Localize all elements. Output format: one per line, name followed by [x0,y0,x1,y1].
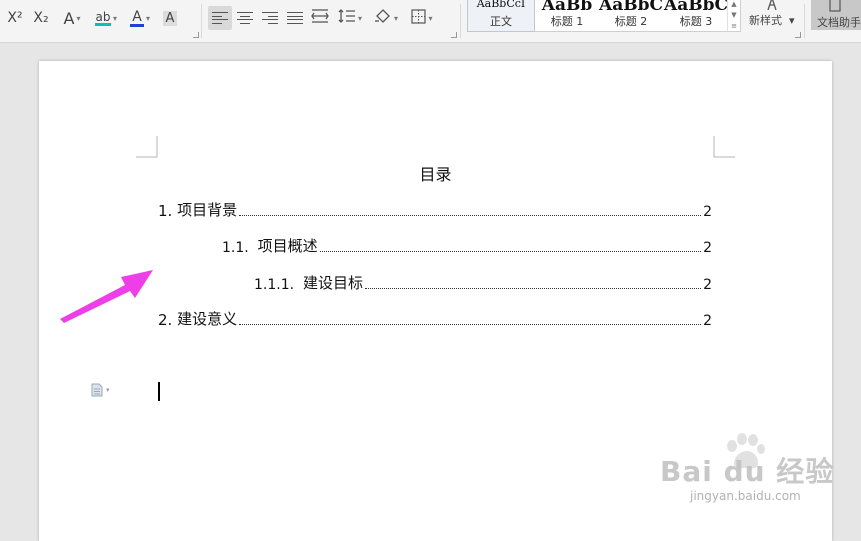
ribbon-divider [460,4,461,38]
char-shading-button[interactable]: A [160,6,180,30]
toc-entry-level-3[interactable]: 1.1.1. 建设目标 2 [254,271,712,293]
style-heading-3[interactable]: AaBbC 标题 3 [663,0,729,31]
toc-leader-dots [239,324,702,325]
text-cursor [158,382,160,401]
styles-dialog-launcher[interactable] [795,32,801,38]
align-center-button[interactable] [234,6,256,30]
chevron-down-icon: ▾ [393,13,398,23]
more-icon[interactable]: ≡ [731,22,737,30]
style-name: 标题 3 [679,15,713,28]
toc-entry-number: 2. [158,311,178,329]
font-dialog-launcher[interactable] [193,32,199,38]
borders-button[interactable]: ▾ [407,6,437,30]
chevron-up-icon[interactable]: ▲ [731,0,736,8]
crop-mark-top-right [713,136,735,158]
superscript-button[interactable]: X² [4,6,26,30]
toc-entry-page: 2 [703,277,712,293]
style-name: 标题 1 [550,15,584,28]
paragraph-handle[interactable]: ▾ [91,383,110,397]
style-name: 正文 [490,15,512,28]
subscript-icon: X₂ [33,10,49,26]
highlight-button[interactable]: ab ▾ [92,6,120,30]
chevron-down-icon[interactable]: ▼ [731,11,736,19]
new-style-button[interactable]: 新样式 ▾ [745,0,799,32]
toc-entry-level-2[interactable]: 1.1. 项目概述 2 [222,234,712,256]
style-name: 标题 2 [614,15,648,28]
toc-entry-text: 建设意义 [177,310,238,328]
align-center-icon [237,12,253,24]
toc-entry-page: 2 [703,204,712,220]
shading-button[interactable]: ▾ [371,6,401,30]
annotation-arrow-icon [60,270,153,323]
toc-title: 目录 [419,165,452,184]
font-color-icon: A [129,10,144,27]
align-left-button[interactable] [208,6,232,30]
toc-entry-text: 项目背景 [177,201,238,219]
style-gallery: AaBbCcI 正文 AaBb 标题 1 AaBbC 标题 2 AaBbC 标题… [467,0,741,32]
ribbon-divider [804,4,805,38]
chevron-down-icon: ▾ [357,13,362,23]
baidu-watermark: Bai du 经验 jingyan.baidu.com [660,432,860,512]
crop-mark-top-left [136,136,158,158]
toc-entry-level-1[interactable]: 1. 项目背景 2 [158,198,712,220]
toc-entry-level-1[interactable]: 2. 建设意义 2 [158,307,712,329]
chevron-down-icon: ▾ [106,386,110,394]
toc-leader-dots [239,215,702,216]
char-shading-icon: A [162,10,178,26]
toc-leader-dots [365,288,702,289]
toc-entry-number: 1.1.1. [254,277,303,293]
ribbon-divider [201,4,202,38]
superscript-icon: X² [7,10,23,26]
ribbon-toolbar: X² X₂ A ▾ ab ▾ A ▾ A ▾ ▾ ▾ AaBbCcI 正文 Aa… [0,0,861,43]
doc-helper-icon [829,0,841,12]
watermark-brand: Bai du 经验 [660,455,835,488]
distributed-align-icon [311,9,329,27]
toc-leader-dots [319,251,702,252]
font-effect-button[interactable]: A ▾ [58,6,86,30]
justify-button[interactable] [284,6,306,30]
style-normal[interactable]: AaBbCcI 正文 [467,0,535,32]
align-right-button[interactable] [259,6,281,30]
chevron-down-icon: ▾ [145,13,150,23]
chevron-down-icon: ▾ [76,13,81,23]
chevron-down-icon: ▾ [789,14,795,27]
toc-entry-text: 建设目标 [302,274,363,292]
borders-icon [411,8,427,28]
line-spacing-icon [338,9,356,27]
font-effect-icon: A [63,8,75,28]
new-style-icon [767,0,777,10]
distributed-align-button[interactable] [309,6,331,30]
toc-entry-number: 1.1. [222,240,258,256]
font-color-button[interactable]: A ▾ [126,6,154,30]
doc-helper-button[interactable]: 文档助手 [811,0,861,30]
align-left-icon [212,12,228,24]
justify-icon [287,12,303,24]
style-gallery-scroll[interactable]: ▲ ▼ ≡ [727,0,740,31]
toc-entry-text: 项目概述 [257,237,318,255]
paragraph-dialog-launcher[interactable] [451,32,457,38]
toc-entry-page: 2 [703,313,712,329]
style-heading-2[interactable]: AaBbC 标题 2 [598,0,664,31]
style-preview: AaBbCcI [476,0,526,10]
chevron-down-icon: ▾ [112,13,117,23]
line-spacing-button[interactable]: ▾ [336,6,364,30]
paragraph-layout-icon [91,383,103,397]
style-heading-1[interactable]: AaBb 标题 1 [534,0,600,31]
highlight-icon: ab [94,9,111,26]
toc-entry-page: 2 [703,240,712,256]
subscript-button[interactable]: X₂ [30,6,52,30]
watermark-url: jingyan.baidu.com [690,489,801,503]
toc-entry-number: 1. [158,202,178,220]
paint-bucket-icon [374,9,392,27]
chevron-down-icon: ▾ [428,13,433,23]
align-right-icon [262,12,278,24]
